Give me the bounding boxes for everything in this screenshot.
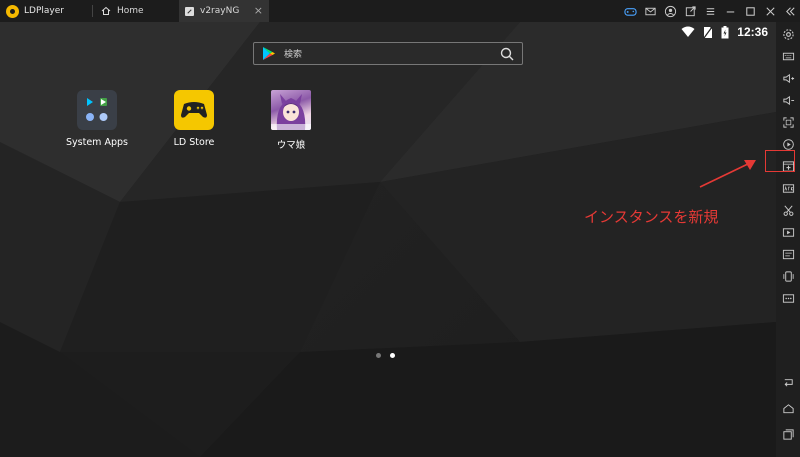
title-bar: LDPlayer Home v2rayNG ×	[0, 0, 800, 22]
app-name: LDPlayer	[24, 6, 64, 16]
apk-icon	[782, 183, 794, 193]
account-button[interactable]	[660, 0, 680, 22]
maximize-icon	[745, 6, 755, 16]
status-clock: 12:36	[737, 25, 768, 39]
more-horizontal-icon	[782, 293, 794, 303]
apk-install-button[interactable]	[780, 180, 796, 196]
scissors-icon	[783, 205, 793, 216]
gear-icon	[782, 28, 794, 40]
feedback-button[interactable]	[680, 0, 700, 22]
close-icon	[765, 6, 775, 16]
shared-folder-button[interactable]	[780, 246, 796, 262]
search-placeholder: 検索	[284, 50, 303, 60]
mail-button[interactable]	[640, 0, 660, 22]
annotation-highlight-box	[765, 150, 795, 172]
no-sim-icon	[703, 26, 713, 38]
annotation-text: インスタンスを新規	[584, 208, 719, 226]
fullscreen-icon	[782, 116, 794, 128]
minimize-icon	[726, 10, 734, 12]
window-tools	[620, 0, 800, 22]
play-circle-icon	[782, 138, 794, 150]
app-label-uma-musume: ウマ娘	[276, 140, 306, 151]
home-nav-button[interactable]	[780, 400, 796, 416]
recent-apps-button[interactable]	[780, 426, 796, 442]
back-arrow-icon	[784, 378, 793, 387]
app-label-ld-store: LD Store	[173, 137, 215, 148]
gamepad-button[interactable]	[620, 0, 640, 22]
app-favicon-icon	[185, 6, 194, 16]
system-apps-icon	[77, 90, 117, 130]
keyboard-icon	[782, 52, 794, 60]
ld-store-icon	[174, 90, 214, 130]
menu-button[interactable]	[700, 0, 720, 22]
record-video-button[interactable]	[780, 224, 796, 240]
page-dot[interactable]	[376, 353, 381, 358]
volume-down-button[interactable]	[780, 92, 796, 108]
external-link-icon	[685, 5, 696, 16]
wifi-icon	[681, 26, 695, 37]
app-label-system-apps: System Apps	[66, 137, 128, 148]
google-play-icon	[263, 47, 275, 60]
home-icon	[101, 6, 111, 15]
right-toolbar	[776, 22, 800, 457]
minimize-button[interactable]	[720, 0, 740, 22]
fullscreen-button[interactable]	[780, 114, 796, 130]
app-ld-store[interactable]: LD Store	[154, 90, 234, 148]
ldplayer-logo-icon	[6, 4, 19, 18]
account-icon	[664, 5, 676, 17]
double-chevron-left-icon	[785, 6, 795, 16]
play-store-search-bar[interactable]: 検索	[253, 42, 523, 65]
hamburger-menu-icon	[706, 7, 714, 15]
volume-up-button[interactable]	[780, 70, 796, 86]
mail-icon	[644, 7, 656, 15]
home-nav-icon	[782, 403, 794, 413]
wallpaper	[0, 22, 776, 457]
tab-separator	[92, 5, 93, 17]
tab-home[interactable]: Home	[99, 0, 179, 22]
keyboard-mapping-button[interactable]	[780, 48, 796, 64]
uma-musume-icon	[271, 90, 311, 130]
page-dot-active[interactable]	[390, 353, 395, 358]
emulator-screen[interactable]: 12:36 検索 System Apps LD Store ウマ娘 インスタンス…	[0, 22, 776, 457]
shake-button[interactable]	[780, 268, 796, 284]
settings-button[interactable]	[780, 26, 796, 42]
recent-apps-icon	[782, 428, 794, 440]
collapse-sidebar-button[interactable]	[780, 0, 800, 22]
tab-v2rayng-label: v2rayNG	[200, 6, 240, 16]
tab-v2rayng[interactable]: v2rayNG ×	[179, 0, 269, 22]
battery-icon	[721, 25, 729, 38]
app-brand: LDPlayer	[0, 0, 92, 22]
app-uma-musume[interactable]: ウマ娘	[251, 90, 331, 151]
back-button[interactable]	[780, 374, 796, 390]
close-button[interactable]	[760, 0, 780, 22]
more-button[interactable]	[780, 290, 796, 306]
screenshot-button[interactable]	[780, 202, 796, 218]
list-window-icon	[782, 249, 794, 259]
tab-close-button[interactable]: ×	[254, 4, 263, 18]
tab-home-label: Home	[117, 6, 144, 16]
maximize-button[interactable]	[740, 0, 760, 22]
phone-shake-icon	[782, 270, 794, 282]
video-record-icon	[782, 227, 794, 237]
gamepad-icon	[623, 7, 637, 16]
page-indicator	[376, 353, 395, 358]
search-icon[interactable]	[500, 47, 514, 61]
app-system-apps[interactable]: System Apps	[57, 90, 137, 148]
android-status-bar: 12:36	[681, 22, 768, 42]
volume-up-icon	[782, 73, 794, 83]
volume-down-icon	[782, 95, 794, 105]
